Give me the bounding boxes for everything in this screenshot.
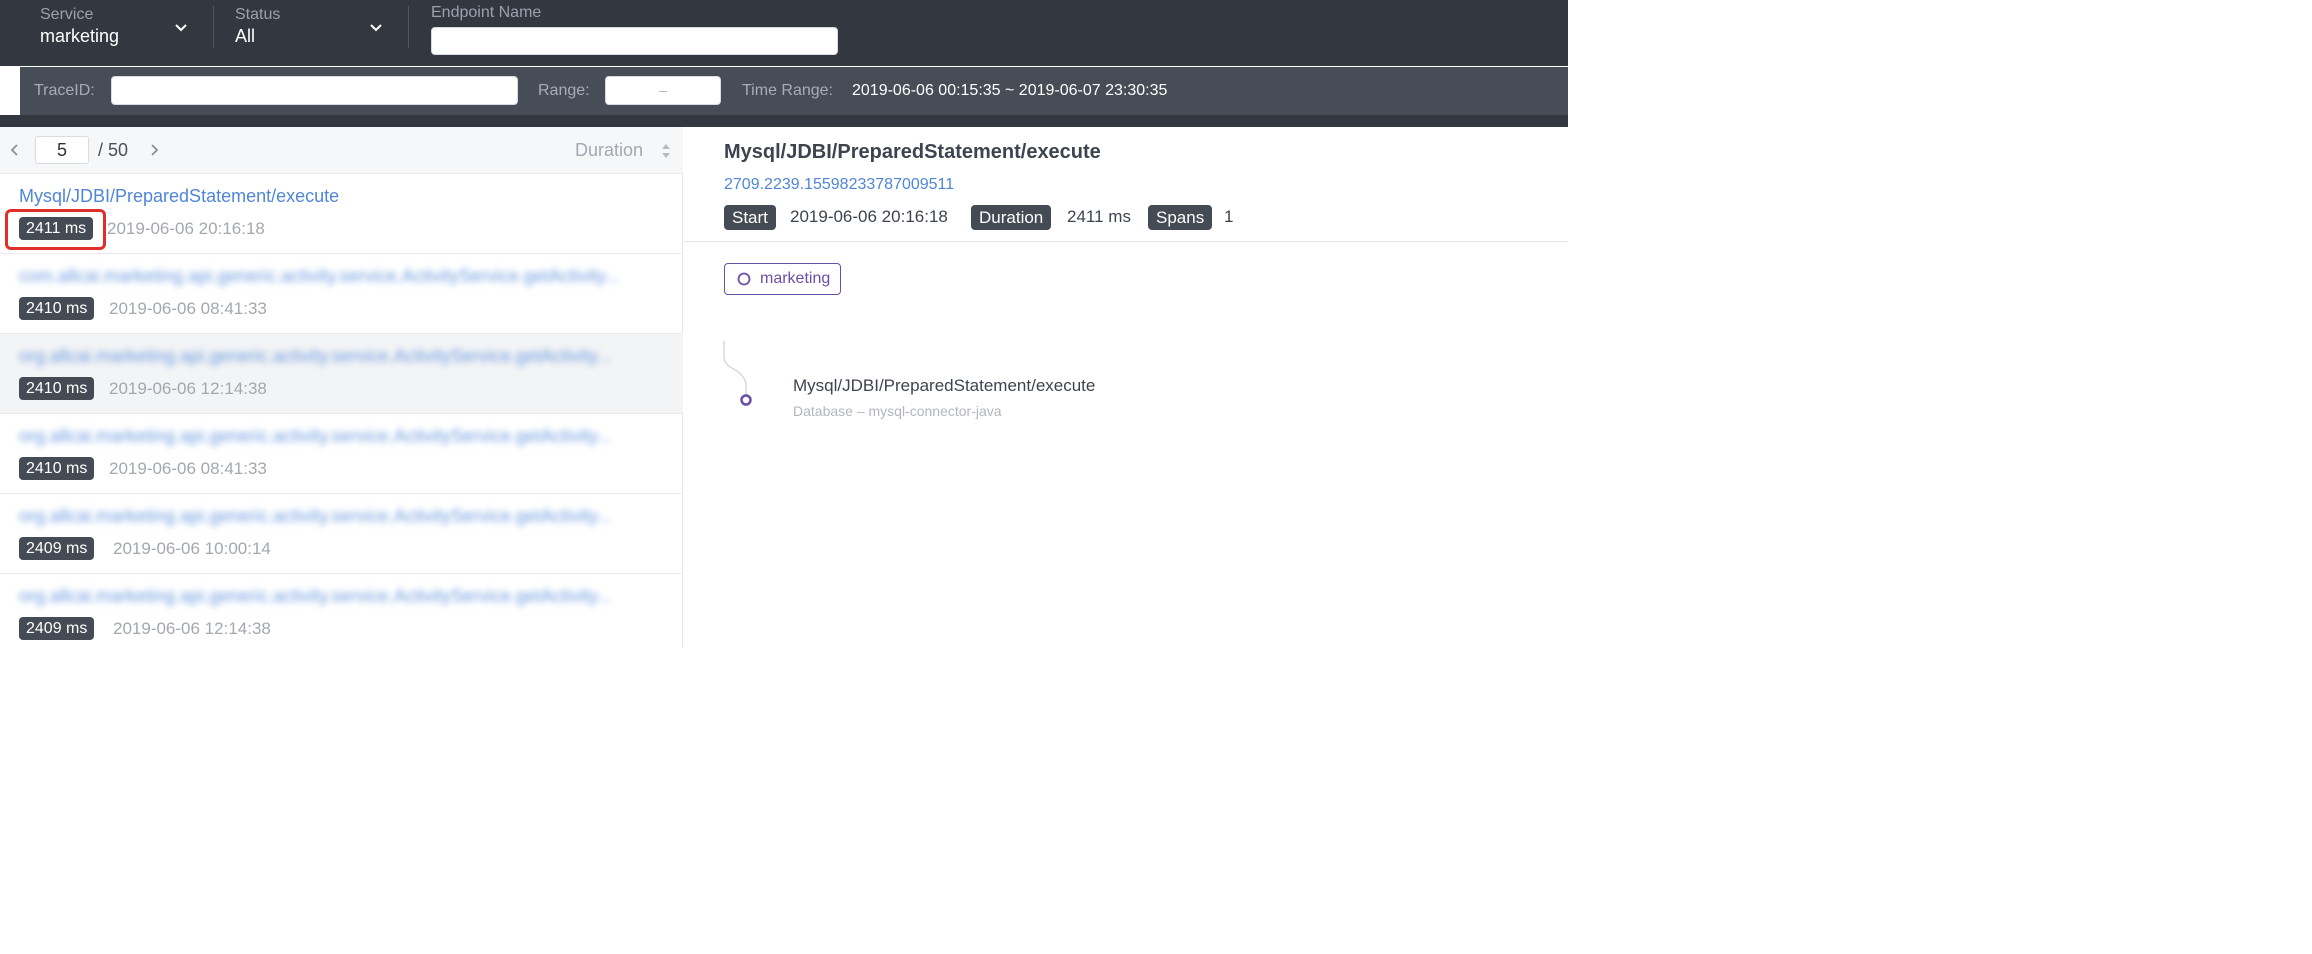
trace-detail-panel: Mysql/JDBI/PreparedStatement/execute 270… (684, 127, 1568, 647)
detail-divider (684, 241, 1568, 242)
duration-badge: 2410 ms (19, 457, 95, 480)
trace-time: 2019-06-06 08:41:33 (109, 459, 267, 478)
span-component: Database – mysql-connector-java (793, 403, 1002, 419)
trace-time: 2019-06-06 10:00:14 (113, 539, 271, 558)
highlight-annotation (5, 209, 106, 250)
spans-badge: Spans (1148, 205, 1213, 230)
trace-time: 2019-06-06 08:41:33 (109, 299, 267, 318)
trace-title[interactable]: org.allcai.marketing.api.generic.activit… (19, 586, 664, 607)
service-tag-label: marketing (760, 270, 831, 287)
spans-value: 1 (1224, 207, 1234, 226)
filter-bar: Service marketing Status All Endpoint Na… (0, 0, 1568, 66)
trace-title[interactable]: org.allcai.marketing.api.generic.activit… (19, 346, 664, 367)
duration-badge: 2410 ms (19, 377, 95, 400)
pagination-bar: 5 / 50 Duration (0, 127, 683, 174)
trace-filter-bar: TraceID: Range: – Time Range: 2019-06-06… (20, 67, 1568, 115)
status-select[interactable]: Status All (214, 0, 406, 66)
duration-badge: 2410 ms (19, 297, 95, 320)
sort-icon[interactable] (660, 142, 672, 160)
filter-bar-bottom (0, 115, 1568, 127)
duration-badge: Duration (971, 205, 1052, 230)
trace-list-item[interactable]: org.allcai.marketing.api.generic.activit… (0, 334, 683, 414)
span-name[interactable]: Mysql/JDBI/PreparedStatement/execute (793, 376, 1095, 396)
trace-list-item[interactable]: org.allcai.marketing.api.generic.activit… (0, 414, 683, 494)
start-badge: Start (724, 205, 776, 230)
chevron-right-icon[interactable] (147, 142, 161, 158)
service-value: marketing (40, 26, 120, 46)
time-range-value[interactable]: 2019-06-06 00:15:35 ~ 2019-06-07 23:30:3… (852, 82, 1167, 100)
trace-time: 2019-06-06 12:14:38 (113, 619, 271, 638)
trace-time: 2019-06-06 12:14:38 (109, 379, 267, 398)
duration-value: 2411 ms (1067, 207, 1131, 226)
time-range-label: Time Range: (742, 82, 833, 99)
chevron-down-icon (370, 24, 382, 32)
circle-icon (737, 272, 751, 286)
page-total: / 50 (98, 140, 129, 160)
span-tree-connector (723, 341, 752, 406)
trace-title[interactable]: org.allcai.marketing.api.generic.activit… (19, 506, 664, 527)
duration-badge: 2409 ms (19, 617, 95, 640)
trace-title[interactable]: com.allcai.marketing.api.generic.activit… (19, 266, 664, 287)
trace-detail-title: Mysql/JDBI/PreparedStatement/execute (724, 141, 1101, 163)
start-value: 2019-06-06 20:16:18 (790, 207, 948, 226)
service-label: Service (40, 6, 94, 23)
trace-title[interactable]: org.allcai.marketing.api.generic.activit… (19, 426, 664, 447)
trace-list-item[interactable]: org.allcai.marketing.api.generic.activit… (0, 494, 683, 574)
trace-list-item[interactable]: com.allcai.marketing.api.generic.activit… (0, 254, 683, 334)
chevron-left-icon[interactable] (8, 142, 22, 158)
status-value: All (235, 26, 256, 46)
endpoint-label: Endpoint Name (431, 4, 542, 21)
trace-list-item[interactable]: org.allcai.marketing.api.generic.activit… (0, 574, 683, 654)
endpoint-name-input[interactable] (431, 27, 838, 55)
trace-id-link[interactable]: 2709.2239.15598233787009511 (724, 176, 954, 194)
trace-id-label: TraceID: (34, 82, 95, 99)
range-input[interactable]: – (605, 76, 721, 105)
service-select[interactable]: Service marketing (0, 0, 210, 66)
trace-list-panel: 5 / 50 Duration Mysql/JDBI/PreparedState… (0, 127, 683, 647)
page-number-input[interactable]: 5 (35, 136, 89, 164)
service-tag[interactable]: marketing (724, 263, 842, 295)
chevron-down-icon (175, 24, 187, 32)
filter-divider (408, 6, 409, 48)
trace-time: 2019-06-06 20:16:18 (107, 219, 265, 238)
trace-id-input[interactable] (111, 76, 518, 105)
status-label: Status (235, 6, 281, 23)
duration-badge: 2409 ms (19, 537, 95, 560)
trace-title[interactable]: Mysql/JDBI/PreparedStatement/execute (19, 186, 664, 207)
range-label: Range: (538, 82, 590, 99)
sort-label[interactable]: Duration (575, 140, 643, 161)
